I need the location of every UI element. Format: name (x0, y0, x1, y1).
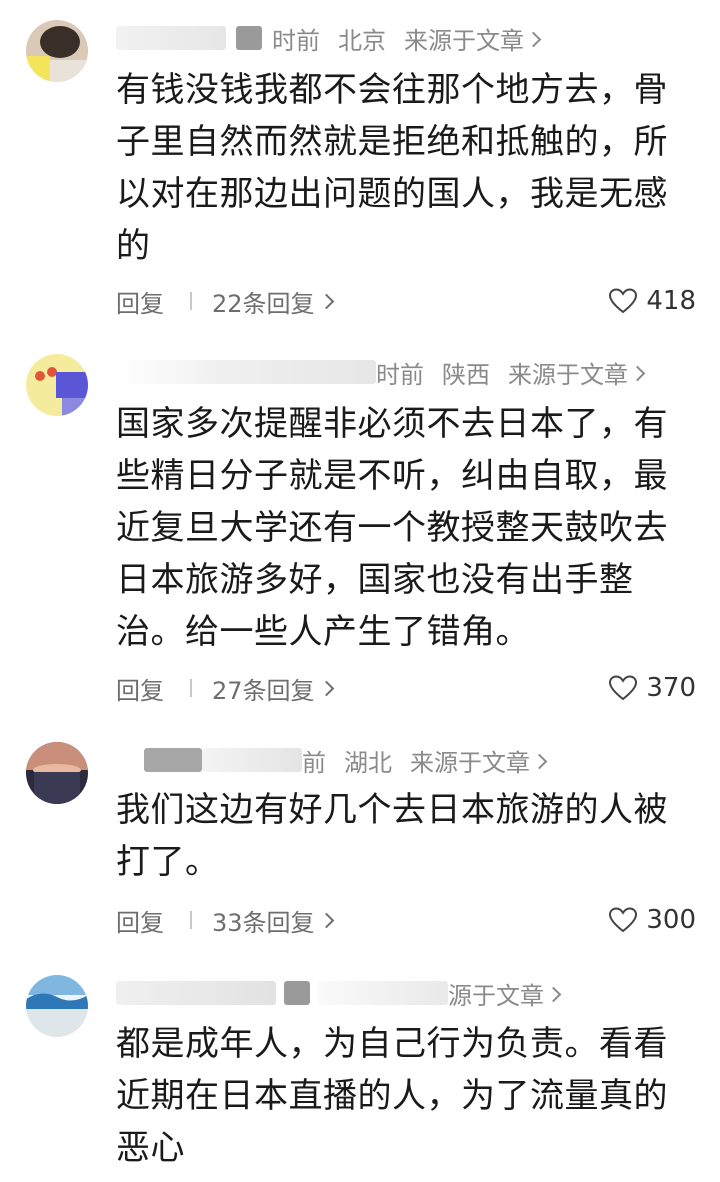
source-link[interactable]: 来源于文章 (410, 743, 530, 778)
divider (190, 292, 192, 310)
divider (190, 679, 192, 697)
view-replies-button[interactable]: 27条回复 (212, 671, 334, 706)
comment-meta: 源于文章 (116, 973, 562, 1013)
comment-time: 时前 (376, 360, 424, 389)
comment-location: 北京 (338, 26, 386, 55)
comment-actions: 回复 22条回复 418 (116, 281, 696, 321)
source-link[interactable]: 源于文章 (448, 976, 544, 1011)
chevron-right-icon (545, 986, 562, 1002)
reply-button[interactable]: 回复 (116, 903, 164, 938)
view-replies-button[interactable]: 22条回复 (212, 284, 334, 319)
like-button[interactable]: 300 (608, 905, 696, 935)
replies-count: 33条回复 (212, 908, 315, 937)
username-blurred (284, 981, 310, 1005)
username-blurred (144, 748, 202, 772)
username-blurred (116, 26, 226, 50)
like-count: 370 (646, 673, 696, 703)
comment-text: 有钱没钱我都不会往那个地方去，骨子里自然而然就是拒绝和抵触的，所以对在那边出问题… (116, 70, 668, 266)
chevron-right-icon (318, 293, 334, 309)
comment-text: 我们这边有好几个去日本旅游的人被打了。 (116, 790, 668, 882)
source-link[interactable]: 来源于文章 (508, 355, 628, 390)
like-count: 418 (646, 286, 696, 316)
reply-button[interactable]: 回复 (116, 284, 164, 319)
heart-icon (609, 907, 638, 933)
username-blurred (318, 981, 448, 1005)
divider (190, 911, 192, 929)
heart-icon (609, 288, 638, 314)
like-button[interactable]: 370 (608, 673, 696, 703)
comment-location: 湖北 (344, 748, 392, 777)
replies-count: 27条回复 (212, 676, 315, 705)
comment-time: 前 (302, 748, 326, 777)
chevron-right-icon (318, 912, 334, 928)
chevron-right-icon (629, 365, 646, 381)
chevron-right-icon (531, 753, 548, 769)
avatar[interactable] (26, 20, 88, 82)
like-count: 300 (646, 905, 696, 935)
chevron-right-icon (525, 31, 542, 47)
reply-button[interactable]: 回复 (116, 671, 164, 706)
username-blurred (236, 26, 262, 50)
comment-meta: 前 湖北 来源于文章 (116, 740, 548, 780)
chevron-right-icon (318, 680, 334, 696)
username-blurred (116, 748, 144, 772)
username-blurred (116, 360, 376, 384)
source-link[interactable]: 来源于文章 (404, 21, 524, 56)
avatar[interactable] (26, 354, 88, 416)
comment-location: 陕西 (442, 360, 490, 389)
avatar[interactable] (26, 742, 88, 804)
heart-icon (609, 675, 638, 701)
comment-actions: 回复 33条回复 300 (116, 900, 696, 940)
comment-text: 国家多次提醒非必须不去日本了，有些精日分子就是不听，纠由自取，最近复旦大学还有一… (116, 404, 668, 652)
avatar[interactable] (26, 975, 88, 1037)
comment-text: 都是成年人，为自己行为负责。看看近期在日本直播的人，为了流量真的恶心 (116, 1024, 668, 1168)
replies-count: 22条回复 (212, 289, 315, 318)
comment-meta: 时前 陕西 来源于文章 (116, 352, 646, 392)
comment-meta: 时前 北京 来源于文章 (116, 18, 542, 58)
username-blurred (202, 748, 302, 772)
username-blurred (116, 981, 276, 1005)
comment-actions: 回复 27条回复 370 (116, 668, 696, 708)
view-replies-button[interactable]: 33条回复 (212, 903, 334, 938)
like-button[interactable]: 418 (608, 286, 696, 316)
comment-time: 时前 (272, 26, 320, 55)
